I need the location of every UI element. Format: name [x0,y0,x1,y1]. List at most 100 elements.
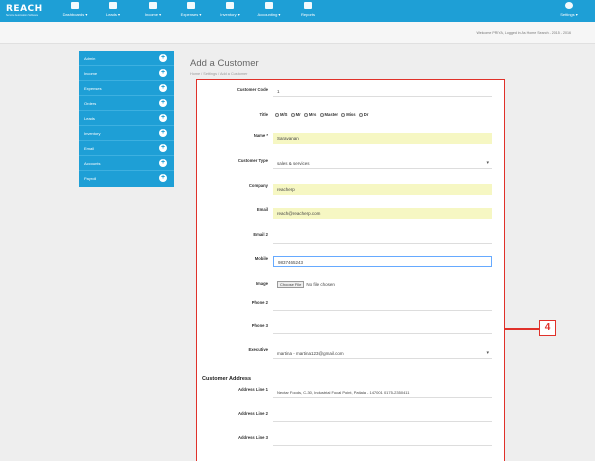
sidebar-item-label: Income [84,71,98,76]
nav-income[interactable]: Income ▾ [136,2,170,21]
phone2-label: Phone 2 [251,300,268,305]
phone2-field[interactable] [273,300,492,311]
book-icon [265,2,273,9]
callout-number: 4 [539,320,556,336]
radio-label: Mr [295,112,301,117]
sidebar-item-accounts[interactable]: Accounts + [79,156,174,171]
email-label: Email [256,207,268,212]
radio-master[interactable] [319,112,324,117]
name-label: Name * [253,133,268,138]
nav-inventory[interactable]: Inventory ▾ [213,2,247,21]
nav-label: Settings ▾ [560,12,578,17]
nav-expenses[interactable]: Expenses ▾ [174,2,208,21]
select-value: martina - martina123@gmail.com [277,351,344,356]
sidebar-item-leads[interactable]: Leads + [79,111,174,126]
email2-field[interactable] [273,233,492,244]
plus-icon[interactable]: + [159,159,167,167]
customer-code-label: Customer Code [236,87,268,92]
image-label: Image [255,281,268,286]
title-radio-group: M/S Mr Mrs Master Miss Dr [273,112,368,117]
executive-select[interactable]: martina - martina123@gmail.com [273,348,492,359]
sidebar-item-payroll[interactable]: Payroll + [79,171,174,186]
mobile-label: Mobile [254,256,268,261]
sidebar-item-label: Admin [84,56,96,61]
sidebar-item-inventory[interactable]: Inventory + [79,126,174,141]
sidebar-item-admin[interactable]: Admin + [79,51,174,66]
welcome-text: Welcome PRIYA, Logged in As Home Search … [476,31,571,35]
breadcrumb[interactable]: Home / Settings / Add a Customer [190,72,247,76]
radio-mrs[interactable] [303,112,308,117]
logo-text: REACH [6,4,43,14]
plus-icon[interactable]: + [159,174,167,182]
nav-leads[interactable]: Leads ▾ [96,2,130,21]
title-label: Title [259,112,268,117]
sidebar-item-label: Inventory [84,131,101,136]
radio-label: Mrs [308,112,317,117]
nav-settings[interactable]: Settings ▾ [552,2,586,21]
address2-label: Address Line 2 [237,411,268,416]
nav-dashboards[interactable]: Dashboards ▾ [58,2,92,21]
sidebar: Admin + Income + Expenses + Orders + Lea… [79,51,174,187]
address2-field[interactable] [273,411,492,422]
address1-field[interactable]: Nectar Foods, C-30, Industrial Focal Poi… [273,387,492,398]
chart-icon [149,2,157,9]
radio-ms[interactable] [275,112,279,117]
sidebar-item-income[interactable]: Income + [79,66,174,81]
company-label: Company [248,183,268,188]
plus-icon[interactable]: + [159,144,167,152]
radio-label: M/S [280,112,288,117]
sidebar-item-orders[interactable]: Orders + [79,96,174,111]
plus-icon[interactable]: + [159,84,167,92]
nav-label: Inventory ▾ [220,12,240,17]
nav-label: Dashboards ▾ [62,12,88,17]
sidebar-item-label: Payroll [84,176,97,181]
address3-field[interactable] [273,435,492,446]
customer-code-field[interactable]: 1 [273,86,492,97]
gear-icon [565,2,573,9]
top-navbar: REACH Service Automation Software Dashbo… [0,0,595,22]
phone3-field[interactable] [273,323,492,334]
report-icon [304,2,312,9]
radio-miss[interactable] [341,112,346,117]
sidebar-item-email[interactable]: Email + [79,141,174,156]
nav-label: Income ▾ [144,12,162,17]
name-field[interactable]: Saravanan [273,133,492,144]
app-logo[interactable]: REACH Service Automation Software [6,4,50,17]
page-title: Add a Customer [190,58,259,69]
home-icon [71,2,79,9]
radio-dr[interactable] [358,112,363,117]
nav-label: Leads ▾ [105,12,121,17]
money-icon [187,2,195,9]
radio-label: Master [324,112,339,117]
phone3-label: Phone 3 [251,323,268,328]
nav-label: Expenses ▾ [180,12,202,17]
email2-label: Email 2 [253,232,268,237]
radio-mr[interactable] [290,112,295,117]
plus-icon[interactable]: + [159,99,167,107]
plus-icon[interactable]: + [159,54,167,62]
boxes-icon [226,2,234,9]
sidebar-item-label: Orders [84,101,97,106]
sidebar-item-label: Email [84,146,95,151]
sidebar-item-expenses[interactable]: Expenses + [79,81,174,96]
sub-header: Welcome PRIYA, Logged in As Home Search … [0,22,595,44]
plus-icon[interactable]: + [159,114,167,122]
plus-icon[interactable]: + [159,129,167,137]
logo-subtitle: Service Automation Software [6,14,39,17]
file-status: No file chosen [306,282,335,287]
nav-accounting[interactable]: Accounting ▾ [252,2,286,21]
executive-label: Executive [248,347,268,352]
company-field[interactable]: reacherp [273,184,492,195]
address1-label: Address Line 1 [237,387,268,392]
mobile-field[interactable]: 9837465243 [273,256,492,267]
sidebar-item-label: Accounts [84,161,101,166]
plus-icon[interactable]: + [159,69,167,77]
callout-connector [505,328,539,330]
choose-file-button[interactable]: Choose File [277,281,305,288]
nav-label: Reports [300,12,315,17]
sidebar-item-label: Expenses [84,86,102,91]
email-field[interactable]: reach@reacherp.com [273,208,492,219]
nav-reports[interactable]: Reports [291,2,325,21]
address3-label: Address Line 3 [237,435,268,440]
customer-type-select[interactable]: sales & services [273,158,492,169]
